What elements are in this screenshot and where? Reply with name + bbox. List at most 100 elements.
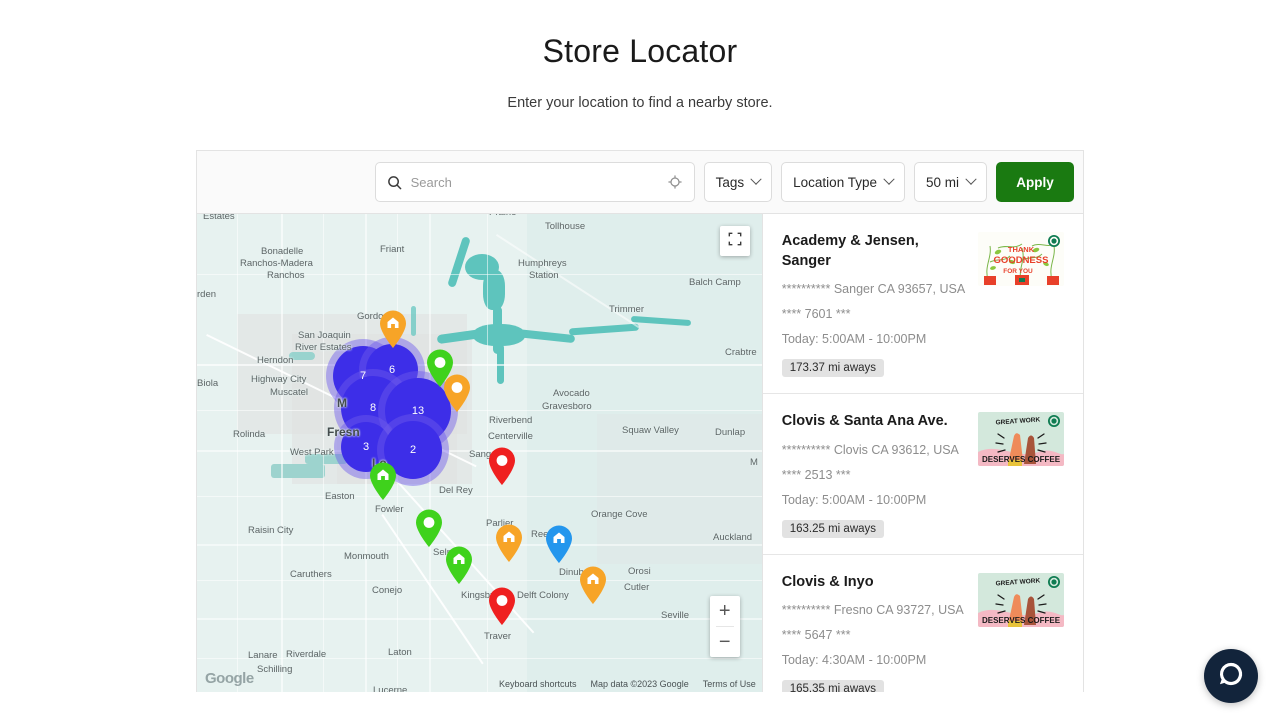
map-pin[interactable] — [414, 508, 444, 548]
cluster-count-label: 13 — [411, 405, 425, 417]
search-field-wrap[interactable] — [374, 162, 695, 202]
store-name: Clovis & Santa Ana Ave. — [781, 413, 948, 430]
map-pin[interactable] — [442, 373, 472, 413]
map-city-label: Fresn — [327, 425, 360, 439]
locate-me-crosshair-icon[interactable] — [668, 175, 682, 189]
cluster-count-label: 6 — [388, 364, 396, 376]
map-pin[interactable] — [444, 545, 474, 585]
map-place-label: Riverbend — [489, 415, 533, 426]
store-hours: Today: 4:30AM - 10:00PM — [781, 653, 927, 668]
map-place-label: Rolinda — [233, 429, 266, 440]
map-place-label: Balch Camp — [689, 277, 741, 288]
map-place-label: Lucerne — [373, 685, 408, 692]
svg-text:FOR YOU: FOR YOU — [1003, 268, 1033, 275]
store-address: ********** Sanger CA 93657, USA — [781, 282, 966, 297]
map-place-label: Ranchos — [267, 270, 305, 281]
map-place-label: Lanare — [248, 650, 278, 661]
map-place-label: Raisin City — [248, 525, 294, 536]
store-result-card[interactable]: Clovis & Santa Ana Ave. ********** Clovis… — [762, 394, 1083, 555]
google-logo: Google — [205, 670, 254, 687]
map-place-label: Seville — [661, 610, 689, 621]
fullscreen-button[interactable] — [719, 226, 750, 256]
store-phone: **** 5647 *** — [781, 628, 851, 643]
store-locator-widget: Tags Location Type 50 mi Apply — [196, 150, 1084, 692]
map-place-label: Highway City — [251, 374, 307, 385]
map-attribution: Keyboard shortcuts Map data ©2023 Google… — [499, 679, 756, 689]
svg-text:THANK: THANK — [1008, 245, 1035, 254]
store-thumbnail: THANK GOODNESS FOR YOU — [978, 232, 1064, 286]
zoom-out-button[interactable]: − — [710, 627, 740, 657]
chevron-down-icon — [965, 173, 977, 185]
svg-text:DESERVES COFFEE: DESERVES COFFEE — [982, 616, 1061, 625]
map-place-label: Schilling — [257, 664, 293, 675]
map-canvas[interactable]: 7 6 8 13 3 2 Estates Bonadelle Ranchos-Madera Ra… — [197, 214, 762, 692]
map-place-label: rden — [197, 289, 217, 300]
store-result-card[interactable]: Clovis & Inyo ********** Fresno CA 93727,… — [763, 555, 1083, 692]
map-place-label: Centerville — [488, 431, 533, 442]
chevron-down-icon — [750, 173, 762, 185]
keyboard-shortcuts-link[interactable]: Keyboard shortcuts — [499, 679, 577, 689]
map-place-label: Biola — [197, 378, 219, 389]
tags-dropdown[interactable]: Tags — [703, 162, 773, 202]
page-title: Store Locator — [542, 33, 738, 69]
map-place-label: Traver — [484, 631, 512, 642]
map-place-label: M — [750, 457, 758, 468]
map-place-label: Bonadelle — [261, 246, 304, 257]
map-place-label: Squaw Valley — [622, 425, 679, 436]
zoom-in-button[interactable]: + — [710, 596, 740, 626]
map-place-label: Herndon — [257, 355, 294, 366]
map-place-label: Monmouth — [344, 551, 389, 562]
store-card-details: Academy & Jensen, Sanger ********** Sange… — [781, 232, 968, 378]
apply-button[interactable]: Apply — [996, 162, 1074, 202]
cluster-count-label: 3 — [362, 441, 370, 453]
zoom-controls[interactable]: + − — [709, 596, 740, 657]
map-place-label: West Park — [290, 447, 334, 458]
store-card-details: Clovis & Santa Ana Ave. ********** Clovis… — [781, 412, 968, 538]
results-panel[interactable]: Academy & Jensen, Sanger ********** Sange… — [761, 214, 1083, 692]
svg-text:DESERVES COFFEE: DESERVES COFFEE — [982, 455, 1061, 464]
fullscreen-expand-icon — [728, 232, 742, 251]
map-pin[interactable] — [544, 524, 574, 564]
map-pin[interactable] — [368, 461, 398, 501]
store-address: ********** Clovis CA 93612, USA — [781, 442, 959, 457]
map-place-label: Cutler — [624, 582, 650, 593]
terms-of-use-link[interactable]: Terms of Use — [703, 679, 756, 689]
store-thumbnail: GREAT WORK DESERVES COFFEE — [978, 412, 1064, 467]
store-card-details: Clovis & Inyo ********** Fresno CA 93727,… — [781, 573, 968, 692]
map-place-label: Gravesboro — [542, 401, 592, 412]
chat-bubble-icon — [1217, 660, 1245, 693]
map-pin[interactable] — [487, 446, 517, 486]
search-icon — [387, 175, 402, 190]
chat-widget-button[interactable] — [1204, 649, 1258, 703]
filter-toolbar: Tags Location Type 50 mi Apply — [197, 151, 1083, 214]
location-type-dropdown[interactable]: Location Type — [781, 162, 905, 202]
map-pin[interactable] — [378, 309, 408, 349]
radius-dropdown[interactable]: 50 mi — [913, 162, 987, 202]
map-place-label: Caruthers — [290, 569, 332, 580]
map-pin[interactable] — [494, 523, 524, 563]
store-distance-badge: 165.35 mi aways — [781, 680, 885, 692]
store-address: ********** Fresno CA 93727, USA — [781, 603, 964, 618]
map-place-label: Auckland — [713, 532, 753, 543]
map-place-label: Muscatel — [270, 387, 309, 398]
cluster-count-label: 2 — [409, 444, 417, 456]
store-name: Academy & Jensen, Sanger — [781, 233, 919, 269]
map-place-label: Prairie — [489, 214, 516, 218]
map-place-label: San Joaquin — [298, 330, 351, 341]
store-phone: **** 7601 *** — [781, 307, 851, 322]
svg-text:GOODNESS: GOODNESS — [994, 255, 1049, 266]
store-hours: Today: 5:00AM - 10:00PM — [781, 492, 927, 507]
search-input[interactable] — [410, 174, 668, 190]
map-place-label: Tollhouse — [545, 221, 586, 232]
store-distance-badge: 163.25 mi aways — [781, 519, 885, 538]
map-place-label: Laton — [388, 647, 412, 658]
cluster-count-label: 7 — [359, 370, 367, 382]
map-place-label: Easton — [325, 491, 355, 502]
map-pin[interactable] — [578, 565, 608, 605]
chevron-down-icon — [883, 173, 895, 185]
store-result-card[interactable]: Academy & Jensen, Sanger ********** Sange… — [762, 214, 1083, 395]
map-data-credit: Map data ©2023 Google — [590, 679, 689, 689]
map-place-label: Friant — [380, 244, 405, 255]
map-pin[interactable] — [487, 586, 517, 626]
map-place-label: Orange Cove — [591, 509, 648, 520]
